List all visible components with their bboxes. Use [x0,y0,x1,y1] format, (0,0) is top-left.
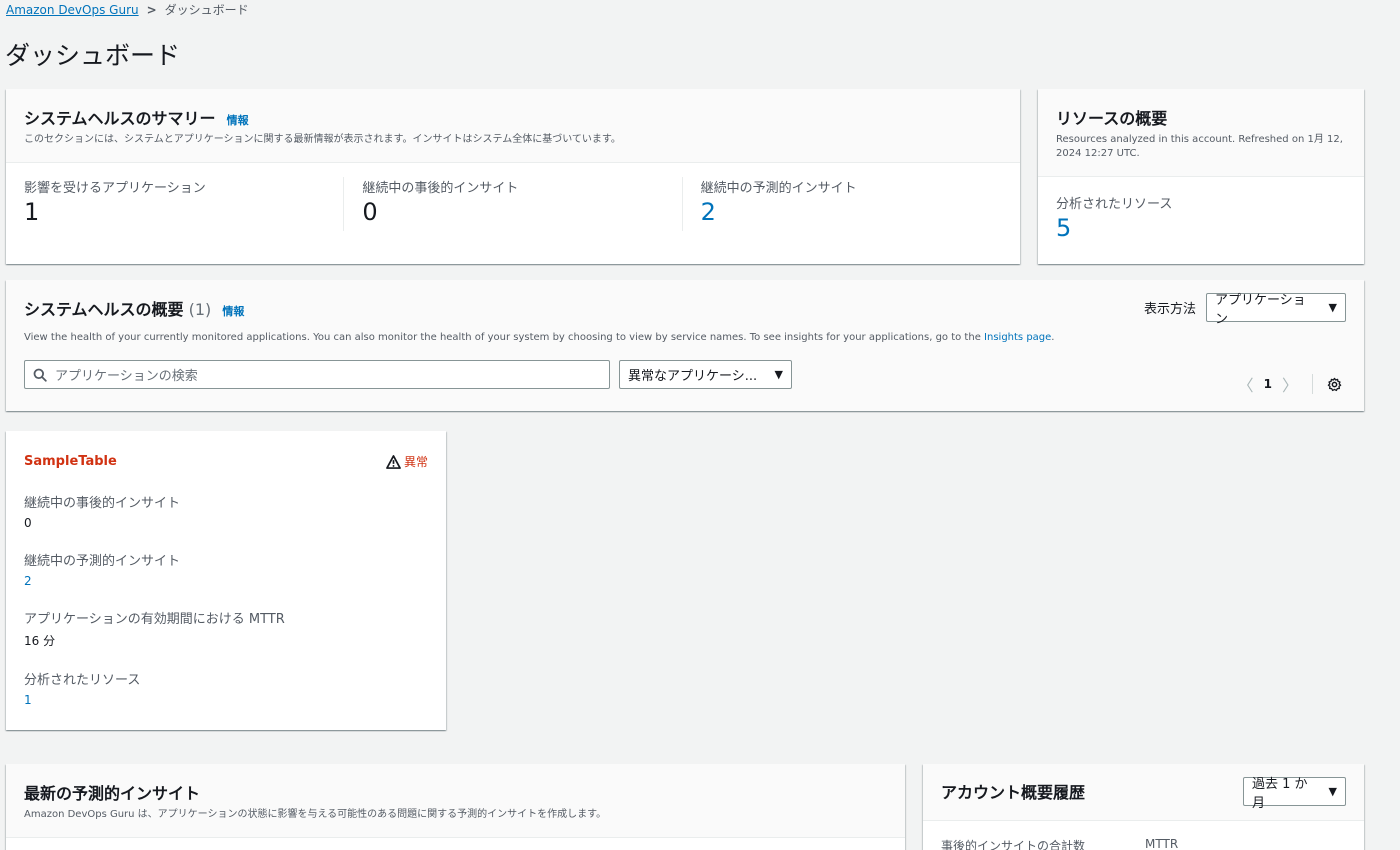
card-title: リソースの概要 [1056,109,1168,128]
chevron-left-icon[interactable]: 〈 [1238,372,1254,396]
card-title: システムヘルスのサマリー [24,109,216,128]
account-history-card: アカウント概要履歴 過去 1 か月 ▼ 事後的インサイトの合計数 MTTR [923,764,1364,850]
caret-down-icon: ▼ [1328,301,1337,314]
metric-label: 継続中の予測的インサイト [700,181,857,196]
display-mode-label: 表示方法 [1143,302,1196,317]
card-header: システムヘルスのサマリー 情報 このセクションには、システムとアプリケーションに… [6,89,1020,163]
divider [1312,374,1313,394]
latest-proactive-insights-card: 最新の予測的インサイト Amazon DevOps Guru は、アプリケーショ… [6,764,905,850]
page-title: ダッシュボード [5,41,181,70]
field-reactive-insights: 継続中の事後的インサイト 0 [24,492,428,530]
breadcrumb-current: ダッシュボード [164,3,249,17]
metric-value: 1 [24,198,40,226]
metric-reactive-insights: 継続中の事後的インサイト 0 [343,177,681,231]
gear-icon[interactable] [1327,377,1342,392]
breadcrumb: Amazon DevOps Guru > ダッシュボード [6,1,249,18]
search-input[interactable]: アプリケーションの検索 [24,360,610,389]
field-value: 0 [24,516,32,530]
system-health-summary-card: システムヘルスのサマリー 情報 このセクションには、システムとアプリケーションに… [6,89,1020,264]
metric-value: 0 [362,198,378,226]
filter-row: アプリケーションの検索 異常なアプリケーシ... ▼ [24,360,792,389]
info-link[interactable]: 情報 [227,114,249,127]
resources-body: 分析されたリソース 5 [1038,177,1364,258]
field-value: 16 分 [24,634,56,648]
pagination: 〈 1 〉 [1238,372,1342,396]
card-title: 最新の予測的インサイト [24,784,201,803]
system-health-overview-card: システムヘルスの概要 (1) 情報 View the health of you… [6,280,1364,411]
chevron-right-icon: > [146,2,157,17]
application-card: SampleTable 異常 継続中の事後的インサイト 0 継続中の予測的インサ… [6,431,446,730]
description-text: View the health of your currently monito… [24,332,981,343]
search-icon [33,368,47,382]
field-analyzed-resources: 分析されたリソース 1 [24,669,428,707]
metric-value-link[interactable]: 2 [701,198,1002,226]
caret-down-icon: ▼ [1328,785,1337,798]
metric-label: 継続中の事後的インサイト [362,181,519,196]
history-columns: 事後的インサイトの合計数 MTTR [923,821,1364,850]
analyzed-resources-value[interactable]: 5 [1056,214,1346,242]
status-text: 異常 [403,455,428,469]
breadcrumb-root-link[interactable]: Amazon DevOps Guru [6,3,139,17]
card-description: Resources analyzed in this account. Refr… [1056,134,1343,159]
field-label: 継続中の予測的インサイト [24,554,181,569]
field-mttr: アプリケーションの有効期間における MTTR 16 分 [24,608,428,649]
total-reactive-insights-label: 事後的インサイトの合計数 [941,839,1086,850]
card-title: システムヘルスの概要 [24,300,184,319]
display-mode-select[interactable]: アプリケーション ▼ [1206,293,1346,327]
display-mode: 表示方法 アプリケーション ▼ [1143,293,1346,327]
metric-proactive-insights: 継続中の予測的インサイト 2 [681,177,1020,231]
insights-page-link[interactable]: Insights page [984,332,1051,343]
chevron-right-icon[interactable]: 〉 [1282,372,1298,396]
field-label: 継続中の事後的インサイト [24,496,181,511]
status-badge: 異常 [386,453,428,470]
caret-down-icon: ▼ [774,368,783,381]
app-count: (1) [188,300,212,319]
resources-overview-card: リソースの概要 Resources analyzed in this accou… [1038,89,1364,264]
select-value: 異常なアプリケーシ... [628,369,758,384]
metrics-row: 影響を受けるアプリケーション 1 継続中の事後的インサイト 0 継続中の予測的イ… [6,163,1020,231]
metric-affected-apps: 影響を受けるアプリケーション 1 [6,177,343,231]
field-label: 分析されたリソース [24,673,141,688]
select-value: 過去 1 か月 [1252,776,1308,811]
field-value-link[interactable]: 2 [24,574,428,588]
current-page[interactable]: 1 [1264,377,1272,391]
card-header: リソースの概要 Resources analyzed in this accou… [1038,89,1364,177]
field-value-link[interactable]: 1 [24,693,428,707]
select-value: アプリケーション [1215,292,1306,327]
period-select[interactable]: 過去 1 か月 ▼ [1243,777,1346,811]
card-description: View the health of your currently monito… [24,332,1346,343]
metric-label: 影響を受けるアプリケーション [24,181,206,196]
warning-icon [386,454,401,469]
card-header: 最新の予測的インサイト Amazon DevOps Guru は、アプリケーショ… [6,764,905,838]
analyzed-resources-label: 分析されたリソース [1056,197,1173,212]
field-proactive-insights: 継続中の予測的インサイト 2 [24,550,428,588]
card-description: Amazon DevOps Guru は、アプリケーションの状態に影響を与える可… [24,809,607,820]
field-label: アプリケーションの有効期間における MTTR [24,612,285,627]
card-header: アカウント概要履歴 過去 1 か月 ▼ [923,764,1364,821]
description-period: . [1051,332,1055,343]
card-description: このセクションには、システムとアプリケーションに関する最新情報が表示されます。イ… [24,134,621,145]
info-link[interactable]: 情報 [222,305,244,318]
mttr-label: MTTR [1145,837,1179,850]
health-filter-select[interactable]: 異常なアプリケーシ... ▼ [619,360,792,389]
application-name-link[interactable]: SampleTable [24,454,117,469]
search-placeholder: アプリケーションの検索 [55,369,198,384]
